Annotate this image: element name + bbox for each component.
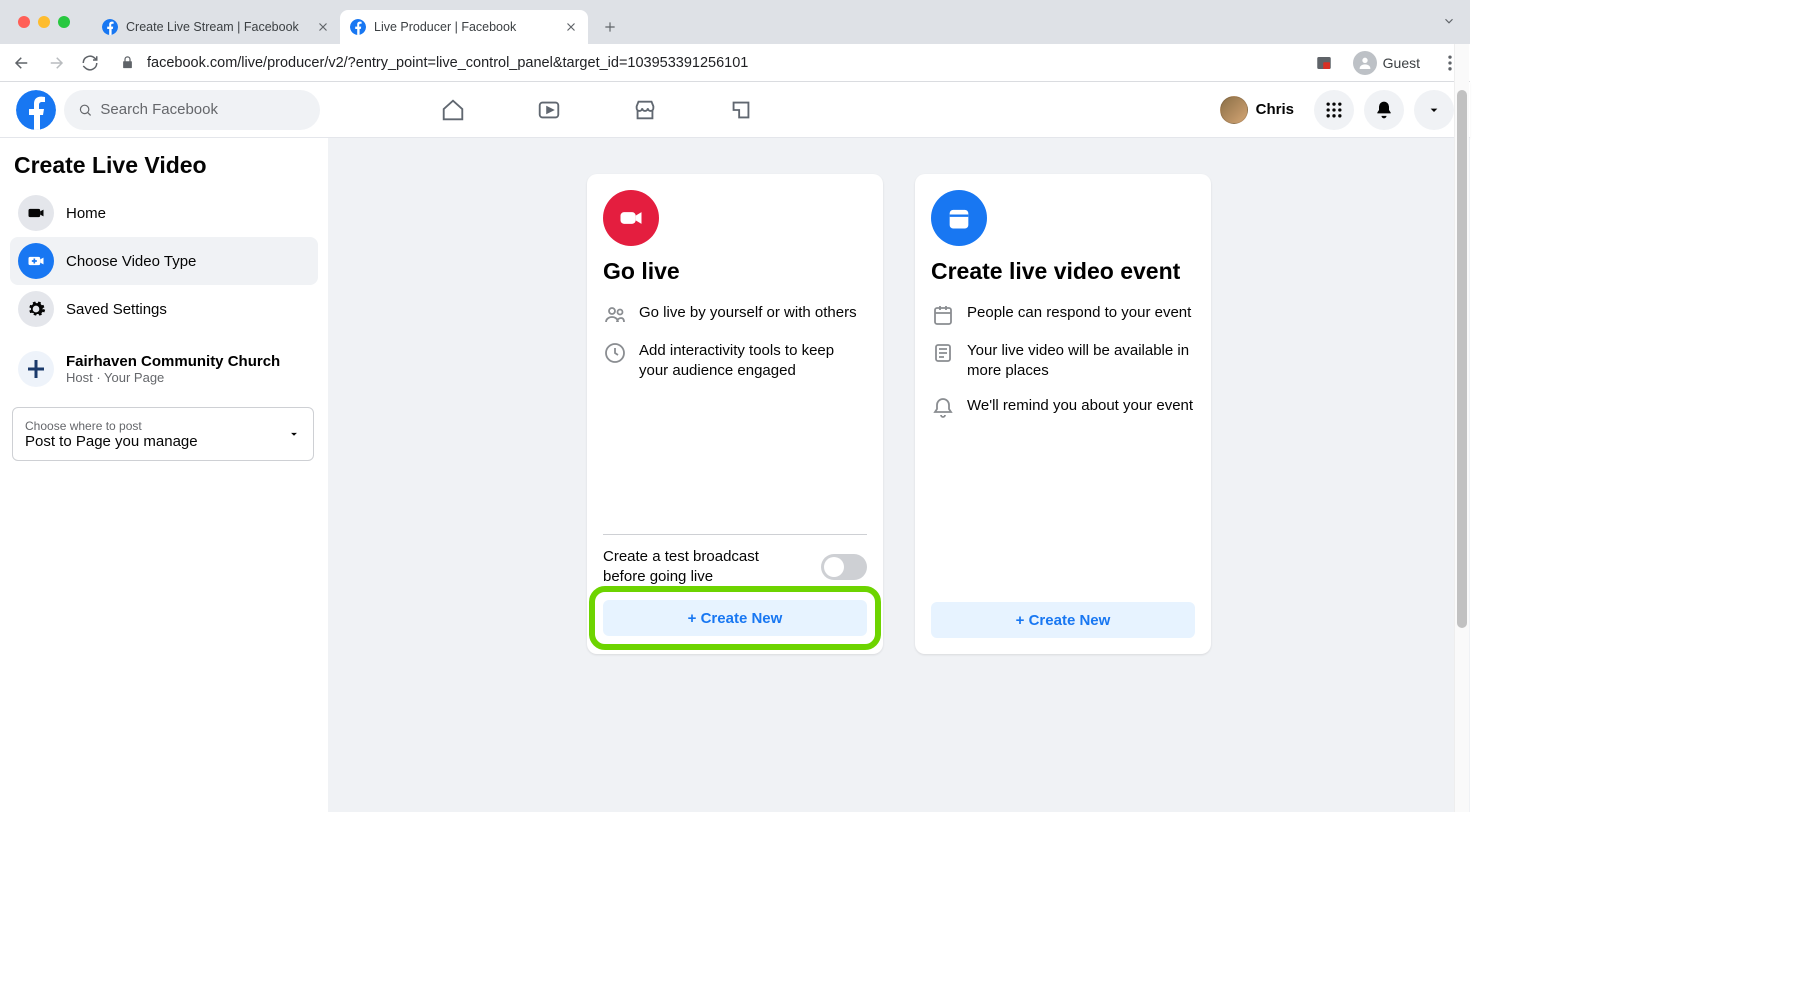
- card-title: Create live video event: [931, 258, 1195, 285]
- page-host-block[interactable]: Fairhaven Community Church Host · Your P…: [10, 343, 318, 395]
- tab-title: Create Live Stream | Facebook: [126, 20, 308, 34]
- card-title: Go live: [603, 258, 867, 285]
- page-body: Create Live Video Home Choose Video Type…: [0, 138, 1470, 812]
- sidebar-item-label: Home: [66, 205, 106, 222]
- caret-down-icon: [1426, 102, 1442, 118]
- lock-icon: [120, 55, 135, 70]
- center-nav: [440, 97, 1216, 123]
- avatar: [1220, 96, 1248, 124]
- sidebar-item-choose-video-type[interactable]: Choose Video Type: [10, 237, 318, 285]
- test-broadcast-toggle-row: Create a test broadcast before going liv…: [603, 547, 867, 586]
- select-label: Choose where to post: [25, 419, 301, 433]
- go-live-card: Go live Go live by yourself or with othe…: [587, 174, 883, 654]
- page-title: Create Live Video: [10, 152, 318, 189]
- search-input[interactable]: [100, 101, 306, 118]
- camera-icon: [18, 195, 54, 231]
- window-minimize[interactable]: [38, 16, 50, 28]
- reload-button[interactable]: [78, 51, 102, 75]
- create-new-go-live-button[interactable]: + Create New: [603, 600, 867, 636]
- tabs-overflow-icon[interactable]: [1442, 14, 1456, 28]
- feature-text: Add interactivity tools to keep your aud…: [639, 341, 867, 382]
- sidebar-item-saved-settings[interactable]: Saved Settings: [10, 285, 318, 333]
- feature-row: Go live by yourself or with others: [603, 303, 867, 327]
- marketplace-icon[interactable]: [632, 97, 658, 123]
- profile-button[interactable]: Chris: [1216, 92, 1304, 128]
- account-dropdown-button[interactable]: [1414, 90, 1454, 130]
- post-destination-select[interactable]: Choose where to post Post to Page you ma…: [12, 407, 314, 461]
- facebook-favicon-icon: [102, 19, 118, 35]
- browser-toolbar: facebook.com/live/producer/v2/?entry_poi…: [0, 44, 1470, 82]
- bell-icon: [1374, 100, 1394, 120]
- search-icon: [78, 102, 92, 118]
- highlight-annotation: + Create New: [589, 586, 881, 650]
- bell-icon: [931, 396, 955, 420]
- watch-icon[interactable]: [536, 97, 562, 123]
- calendar-event-icon: [931, 190, 987, 246]
- newspaper-icon: [931, 341, 955, 365]
- window-close[interactable]: [18, 16, 30, 28]
- browser-tab-strip: Create Live Stream | Facebook Live Produ…: [0, 0, 1470, 44]
- feature-text: Your live video will be available in mor…: [967, 341, 1195, 382]
- caret-down-icon: [287, 427, 301, 441]
- button-label: + Create New: [1016, 612, 1111, 629]
- feature-row: Add interactivity tools to keep your aud…: [603, 341, 867, 382]
- facebook-logo[interactable]: [16, 90, 56, 130]
- profile-name: Chris: [1256, 101, 1294, 118]
- guest-avatar-icon: [1353, 51, 1377, 75]
- menu-grid-button[interactable]: [1314, 90, 1354, 130]
- guest-label: Guest: [1383, 55, 1420, 71]
- people-icon: [603, 303, 627, 327]
- live-camera-icon: [603, 190, 659, 246]
- gaming-icon[interactable]: [728, 97, 754, 123]
- search-box[interactable]: [64, 90, 320, 130]
- select-value: Post to Page you manage: [25, 433, 301, 450]
- grid-icon: [1324, 100, 1344, 120]
- divider: [603, 534, 867, 535]
- forward-button[interactable]: [44, 51, 68, 75]
- feature-row: Your live video will be available in mor…: [931, 341, 1195, 382]
- test-broadcast-toggle[interactable]: [821, 554, 867, 580]
- facebook-header: Chris: [0, 82, 1470, 138]
- header-right-cluster: Chris: [1216, 90, 1454, 130]
- feature-text: Go live by yourself or with others: [639, 303, 857, 323]
- plus-camera-icon: [18, 243, 54, 279]
- feature-row: People can respond to your event: [931, 303, 1195, 327]
- scrollbar-thumb[interactable]: [1457, 90, 1467, 628]
- window-zoom[interactable]: [58, 16, 70, 28]
- button-label: + Create New: [688, 610, 783, 627]
- feature-row: We'll remind you about your event: [931, 396, 1195, 420]
- address-bar[interactable]: facebook.com/live/producer/v2/?entry_poi…: [112, 55, 1305, 71]
- window-controls: [12, 0, 80, 44]
- main-content: Go live Go live by yourself or with othe…: [328, 138, 1470, 812]
- browser-tab-active[interactable]: Live Producer | Facebook: [340, 10, 588, 44]
- page-name: Fairhaven Community Church: [66, 353, 280, 370]
- scrollbar[interactable]: [1454, 44, 1469, 812]
- tab-title: Live Producer | Facebook: [374, 20, 556, 34]
- create-event-card: Create live video event People can respo…: [915, 174, 1211, 654]
- profile-chip[interactable]: Guest: [1347, 48, 1426, 78]
- new-tab-button[interactable]: [596, 13, 624, 41]
- back-button[interactable]: [10, 51, 34, 75]
- sidebar: Create Live Video Home Choose Video Type…: [0, 138, 328, 812]
- clock-icon: [603, 341, 627, 365]
- sidebar-item-label: Choose Video Type: [66, 253, 196, 270]
- translate-icon[interactable]: [1315, 54, 1333, 72]
- feature-text: We'll remind you about your event: [967, 396, 1193, 416]
- page-avatar: [18, 351, 54, 387]
- home-icon[interactable]: [440, 97, 466, 123]
- close-icon[interactable]: [564, 20, 578, 34]
- gear-icon: [18, 291, 54, 327]
- toggle-label: Create a test broadcast before going liv…: [603, 547, 783, 586]
- create-new-event-button[interactable]: + Create New: [931, 602, 1195, 638]
- sidebar-item-label: Saved Settings: [66, 301, 167, 318]
- url-text: facebook.com/live/producer/v2/?entry_poi…: [147, 55, 748, 71]
- feature-text: People can respond to your event: [967, 303, 1191, 323]
- facebook-favicon-icon: [350, 19, 366, 35]
- browser-tab[interactable]: Create Live Stream | Facebook: [92, 10, 340, 44]
- sidebar-item-home[interactable]: Home: [10, 189, 318, 237]
- calendar-icon: [931, 303, 955, 327]
- notifications-button[interactable]: [1364, 90, 1404, 130]
- close-icon[interactable]: [316, 20, 330, 34]
- page-role: Host · Your Page: [66, 370, 280, 385]
